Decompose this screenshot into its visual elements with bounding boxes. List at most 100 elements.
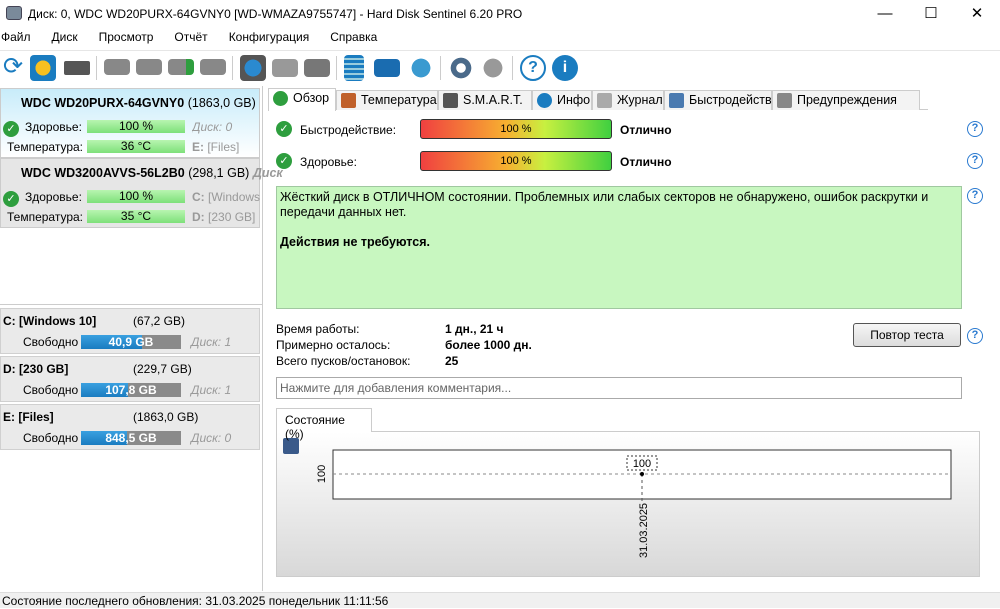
menu-help[interactable]: Справка xyxy=(330,30,377,44)
starts-value: 25 xyxy=(445,354,459,368)
partition-name: C: [Windows 10] xyxy=(3,314,97,328)
left-panel: WDC WD20PURX-64GVNY0 (1863,0 GB) ✓ Здоро… xyxy=(0,86,283,591)
performance-bar: 100 % xyxy=(420,119,612,139)
sound-icon[interactable] xyxy=(480,55,506,81)
x-tick-label: 31.03.2025 xyxy=(638,503,650,558)
disk-item-0[interactable]: WDC WD20PURX-64GVNY0 (1863,0 GB) ✓ Здоро… xyxy=(0,88,260,158)
data-point xyxy=(640,472,644,476)
tab-state-chart[interactable]: Состояние (%) xyxy=(276,408,372,441)
info-icon xyxy=(537,93,552,108)
partition-item[interactable]: D: [230 GB] (229,7 GB) Свободно 107,8 GB… xyxy=(0,356,260,402)
window-title: Диск: 0, WDC WD20PURX-64GVNY0 [WD-WMAZA9… xyxy=(28,7,523,21)
log-icon xyxy=(597,93,612,108)
tab-info[interactable]: Инфо xyxy=(532,90,592,110)
partition-size: (1863,0 GB) xyxy=(133,410,199,424)
disk-gray-icon[interactable] xyxy=(104,59,130,75)
disk-item-1[interactable]: WDC WD3200AVVS-56L2B0 (298,1 GB) Диск ✓ … xyxy=(0,158,283,228)
disk-number: Диск: 1 xyxy=(191,335,232,349)
close-button[interactable]: ✕ xyxy=(954,0,1000,28)
app-icon xyxy=(6,6,22,20)
tab-temperature[interactable]: Температура xyxy=(336,90,438,110)
refresh-warning-icon[interactable] xyxy=(30,55,56,81)
comment-input[interactable]: Нажмите для добавления комментария... xyxy=(276,377,962,399)
title-bar: Диск: 0, WDC WD20PURX-64GVNY0 [WD-WMAZA9… xyxy=(0,0,1000,28)
overview-icon xyxy=(273,91,288,106)
mail-icon[interactable] xyxy=(374,59,400,77)
overview-panel: Обзор Температура S.M.A.R.T. Инфо Журнал Быст… xyxy=(268,86,1000,591)
menu-bar: Файл Диск Просмотр Отчёт Конфигурация Справка xyxy=(0,30,1000,48)
tab-bar: Обзор Температура S.M.A.R.T. Инфо Журнал Быст… xyxy=(268,88,928,111)
disk-name: WDC WD3200AVVS-56L2B0 (298,1 GB) Диск xyxy=(21,166,283,180)
status-message: Жёсткий диск в ОТЛИЧНОМ состоянии. Пробл… xyxy=(276,186,962,309)
health-bar: 100 % xyxy=(87,120,185,133)
state-chart: 100 100 31.03.2025 xyxy=(276,431,980,577)
menu-config[interactable]: Конфигурация xyxy=(229,30,310,44)
tab-log[interactable]: Журнал xyxy=(592,90,664,110)
partition-item[interactable]: C: [Windows 10] (67,2 GB) Свободно 40,9 … xyxy=(0,308,260,354)
tab-warnings[interactable]: Предупреждения xyxy=(772,90,920,110)
help-icon[interactable]: ? xyxy=(967,121,983,137)
report-icon[interactable] xyxy=(344,55,364,81)
remaining-value: более 1000 дн. xyxy=(445,338,532,352)
menu-view[interactable]: Просмотр xyxy=(99,30,154,44)
temp-label: Температура: xyxy=(7,140,84,154)
tab-performance[interactable]: Быстродействие xyxy=(664,90,786,110)
disk-number: Диск: 0 xyxy=(192,120,233,134)
free-space-value: 848,5 GB xyxy=(105,431,157,445)
free-space-value: 107,8 GB xyxy=(105,383,157,397)
retest-button[interactable]: Повтор теста xyxy=(853,323,961,347)
disk-search-icon[interactable] xyxy=(200,59,226,75)
disk-clock-icon[interactable] xyxy=(136,59,162,75)
disk-check-icon[interactable] xyxy=(168,59,194,75)
check-icon: ✓ xyxy=(276,153,292,169)
health-label: Здоровье: xyxy=(300,155,357,169)
volume-name: [Windows xyxy=(208,190,260,204)
performance-label: Быстродействие: xyxy=(300,123,397,137)
help-icon[interactable]: ? xyxy=(967,153,983,169)
status-bar: Состояние последнего обновления: 31.03.2… xyxy=(0,592,1000,608)
maximize-button[interactable]: ☐ xyxy=(908,0,954,28)
smart-icon xyxy=(443,93,458,108)
help-icon[interactable]: ? xyxy=(520,55,546,81)
volume-letter: E: xyxy=(192,140,204,154)
partition-name: E: [Files] xyxy=(3,410,54,424)
free-space-value: 40,9 GB xyxy=(108,335,154,349)
menu-report[interactable]: Отчёт xyxy=(174,30,207,44)
help-icon[interactable]: ? xyxy=(967,328,983,344)
help-icon[interactable]: ? xyxy=(967,188,983,204)
volume-name: [230 GB] xyxy=(208,210,256,224)
menu-disk[interactable]: Диск xyxy=(52,30,78,44)
menu-file[interactable]: Файл xyxy=(1,30,31,44)
remaining-label: Примерно осталось: xyxy=(276,338,391,352)
network-icon[interactable] xyxy=(408,55,434,81)
minimize-button[interactable]: — xyxy=(862,0,908,28)
info-icon[interactable]: i xyxy=(552,55,578,81)
performance-icon xyxy=(669,93,684,108)
action-text: Действия не требуются. xyxy=(280,235,430,249)
toolbar: ⟳ ? i xyxy=(0,50,1000,84)
gear-icon[interactable] xyxy=(448,55,474,81)
free-space-bar: 848,5 GB xyxy=(81,431,181,445)
health-bar: 100 % xyxy=(87,190,185,203)
disk-globe-icon[interactable] xyxy=(240,55,266,81)
volume-letter: C: xyxy=(192,190,205,204)
partition-size: (67,2 GB) xyxy=(133,314,186,328)
free-label: Свободно xyxy=(23,335,79,349)
drive-arrow-icon[interactable] xyxy=(304,59,330,77)
tab-label: Обзор xyxy=(293,91,330,105)
warnings-icon xyxy=(777,93,792,108)
free-label: Свободно xyxy=(23,431,79,445)
y-tick-label: 100 xyxy=(316,465,328,483)
check-icon: ✓ xyxy=(3,191,19,207)
free-space-bar: 40,9 GB xyxy=(81,335,181,349)
disk-icon[interactable] xyxy=(64,61,90,75)
tab-overview[interactable]: Обзор xyxy=(268,88,336,111)
volume-name: [Files] xyxy=(207,140,240,154)
temp-bar: 36 °C xyxy=(87,140,185,153)
partition-item[interactable]: E: [Files] (1863,0 GB) Свободно 848,5 GB… xyxy=(0,404,260,450)
tab-smart[interactable]: S.M.A.R.T. xyxy=(438,90,532,110)
health-status: Отлично xyxy=(620,155,672,169)
refresh-icon[interactable]: ⟳ xyxy=(0,55,26,81)
drives-icon[interactable] xyxy=(272,59,298,77)
uptime-label: Время работы: xyxy=(276,322,360,336)
